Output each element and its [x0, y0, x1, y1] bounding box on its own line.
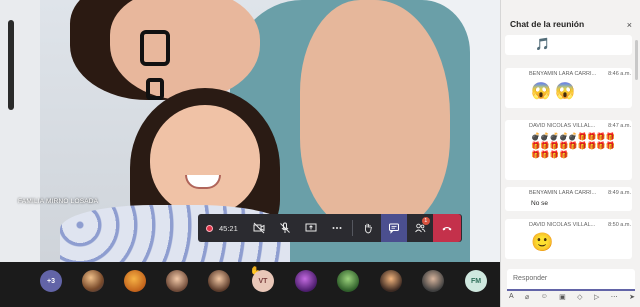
message-meta: BENYAMIN LARA CARRI... 8:46 a.m. — [529, 71, 631, 77]
background-wall — [0, 0, 40, 262]
close-icon[interactable]: × — [627, 20, 632, 30]
message-author: DAVID NICOLAS VILLAL... — [529, 123, 596, 129]
participant-name-label: FAMILIA MIRNO LOSADA — [18, 198, 99, 205]
share-screen-icon — [305, 223, 317, 232]
participant-avatar[interactable] — [82, 270, 104, 292]
sticker-icon[interactable]: ◇ — [577, 293, 582, 301]
hangup-button[interactable] — [432, 214, 461, 242]
emoji-icon[interactable]: ☺ — [541, 293, 548, 301]
attach-icon[interactable]: ⌀ — [525, 293, 529, 301]
send-icon[interactable]: ➤ — [629, 293, 635, 301]
call-toolbar: 45:21 1 — [198, 214, 462, 242]
meet-icon[interactable]: ▷ — [594, 293, 599, 301]
chat-message: DAVID NICOLAS VILLAL... 8:47 a.m. 💣💣💣💣💣🎁… — [505, 120, 632, 180]
participants-count-badge: 1 — [421, 217, 430, 225]
reply-placeholder: Responder — [513, 275, 548, 282]
participant-avatar[interactable] — [422, 270, 444, 292]
chat-message: BENYAMIN LARA CARRI... 8:49 a.m. No se — [505, 187, 632, 211]
toolbar-divider — [351, 220, 353, 236]
record-icon — [206, 224, 213, 232]
chat-message: 🎵 — [505, 35, 632, 55]
message-content: 🎵 — [535, 37, 550, 51]
chat-title: Chat de la reunión — [510, 19, 585, 29]
participant-avatar[interactable] — [295, 270, 317, 292]
participant-avatar[interactable] — [380, 270, 402, 292]
message-content: 🙂 — [531, 232, 554, 252]
adult-arm — [300, 0, 450, 230]
message-meta: DAVID NICOLAS VILLAL... 8:47 a.m. — [529, 123, 631, 129]
camera-icon — [253, 222, 265, 234]
more-icon[interactable]: ⋯ — [611, 293, 618, 301]
message-author: DAVID NICOLAS VILLAL... — [529, 222, 596, 228]
more-participants-button[interactable]: +3 — [40, 270, 62, 292]
participant-avatar[interactable] — [124, 270, 146, 292]
participant-avatar-vt[interactable]: VT — [252, 270, 274, 292]
format-icon[interactable]: A — [509, 293, 514, 301]
chat-message: BENYAMIN LARA CARRI... 8:46 a.m. 😱 😱 — [505, 68, 632, 108]
participant-avatar[interactable] — [208, 270, 230, 292]
call-timer: 45:21 — [198, 214, 246, 242]
message-content: 😱 😱 — [531, 83, 576, 100]
message-time: 8:50 a.m. — [608, 222, 631, 228]
chat-icon — [388, 223, 399, 234]
camera-button[interactable] — [246, 214, 272, 242]
chat-message: DAVID NICOLAS VILLAL... 8:50 a.m. 🙂 — [505, 219, 632, 259]
participant-avatar-fm[interactable]: FM — [465, 270, 487, 292]
participant-avatar[interactable] — [337, 270, 359, 292]
raise-hand-button[interactable] — [355, 214, 381, 242]
compose-toolbar: A ⌀ ☺ ▣ ◇ ▷ ⋯ ➤ — [509, 293, 635, 301]
message-time: 8:47 a.m. — [608, 123, 631, 129]
chat-messages: 🎵 BENYAMIN LARA CARRI... 8:46 a.m. 😱 😱 D… — [500, 35, 640, 263]
background-cable — [8, 20, 14, 110]
raise-hand-icon — [364, 223, 372, 234]
chat-toggle-button[interactable] — [380, 214, 407, 242]
child-face — [150, 105, 260, 215]
mic-off-icon — [279, 222, 290, 233]
message-content: 💣💣💣💣💣🎁🎁🎁🎁🎁🎁🎁🎁🎁🎁🎁🎁🎁🎁🎁🎁🎁 — [531, 132, 616, 159]
message-meta: DAVID NICOLAS VILLAL... 8:50 a.m. — [529, 222, 631, 228]
message-time: 8:49 a.m. — [608, 190, 631, 196]
message-time: 8:46 a.m. — [608, 71, 631, 77]
hangup-icon — [442, 227, 452, 231]
more-options-button[interactable] — [324, 214, 350, 242]
message-content: No se — [531, 200, 548, 207]
teams-meeting-window: FAMILIA MIRNO LOSADA 45:21 1 +3 ✋ VT FM … — [0, 0, 640, 307]
more-icon — [332, 227, 342, 229]
message-author: BENYAMIN LARA CARRI... — [529, 190, 597, 196]
call-timer-text: 45:21 — [219, 223, 238, 233]
gif-icon[interactable]: ▣ — [559, 293, 566, 301]
glasses — [140, 30, 170, 66]
reply-input[interactable]: Responder — [507, 269, 635, 291]
glasses-lens — [146, 78, 164, 100]
participants-button[interactable]: 1 — [407, 214, 433, 242]
message-meta: BENYAMIN LARA CARRI... 8:49 a.m. — [529, 190, 631, 196]
participant-avatar[interactable] — [166, 270, 188, 292]
share-screen-button[interactable] — [298, 214, 324, 242]
mic-button[interactable] — [272, 214, 298, 242]
message-author: BENYAMIN LARA CARRI... — [529, 71, 597, 77]
